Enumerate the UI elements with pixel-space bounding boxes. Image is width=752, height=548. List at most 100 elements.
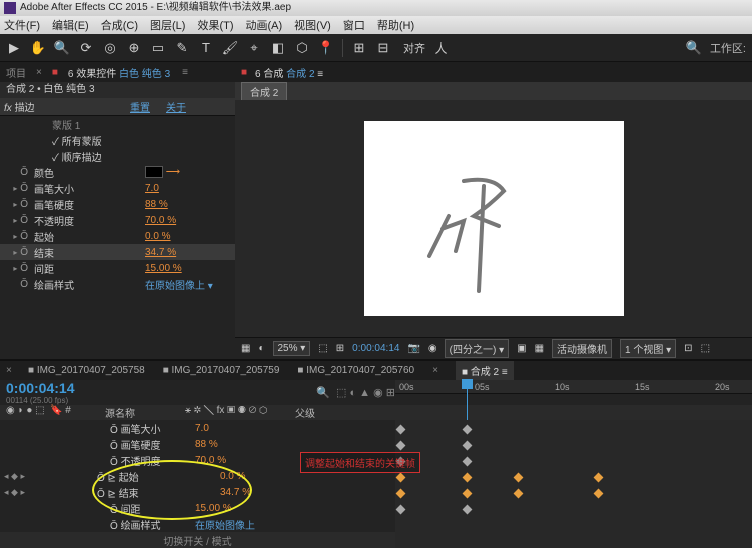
prop-spacing: 间距 xyxy=(32,261,145,276)
time-display[interactable]: 0:00:04:14 xyxy=(352,343,399,354)
prop-end: 结束 xyxy=(32,245,145,260)
all-masks-check[interactable]: ✓ 所有蒙版 xyxy=(32,133,235,148)
effect-properties: 蒙版 1 ✓ 所有蒙版 ✓ 顺序描边 Ŏ颜色 ⟶ ▸ Ŏ画笔大小7.0 ▸ Ŏ画… xyxy=(0,116,235,292)
workspace-label[interactable]: 工作区: xyxy=(710,40,746,56)
frame-count: 00114 (25.00 fps) xyxy=(6,396,75,405)
region-icon[interactable]: ▣ xyxy=(517,343,526,354)
snap3-icon[interactable]: 人 xyxy=(433,40,449,56)
timeline-header: 0:00:04:14 00114 (25.00 fps) 🔍 ⬚ ◐ ▲ ◉ ⊞… xyxy=(0,380,752,405)
separator xyxy=(342,39,343,57)
composition-viewer: ■ 6 合成 合成 2 ≡ 合成 2 ▦ ◐ 25% ▾ ⬚ ⊞ 0:00:04… xyxy=(235,62,752,359)
time-ruler[interactable]: 00s 05s 10s 15s 20s xyxy=(395,380,752,394)
menu-window[interactable]: 窗口 xyxy=(343,17,365,33)
tl-opacity: Ŏ 不透明度 xyxy=(0,453,195,468)
effect-controls-tab[interactable]: 6 效果控件 白色 纯色 3 xyxy=(68,65,170,80)
brush-tool-icon[interactable]: 🖌 xyxy=(222,40,238,56)
snap-icon[interactable]: ⊞ xyxy=(351,40,367,56)
spacing-value[interactable]: 15.00 % xyxy=(145,263,235,274)
tl-spacing-val[interactable]: 15.00 % xyxy=(195,503,275,514)
title-bar: Adobe After Effects CC 2015 - E:\视频编辑软件\… xyxy=(0,0,752,16)
opacity-value[interactable]: 70.0 % xyxy=(145,215,235,226)
eraser-tool-icon[interactable]: ◧ xyxy=(270,40,286,56)
comp-tab[interactable]: 6 合成 合成 2 ≡ xyxy=(255,65,323,80)
current-time[interactable]: 0:00:04:14 xyxy=(6,380,75,396)
column-header: ◉ ◗ ● ⬚ 🔖 # 源名称 ⚹ ✲ ╲ fx ▣ ◉ ⊘ ⬡ 父级 xyxy=(0,405,752,420)
seq-stroke-check[interactable]: ✓ 顺序描边 xyxy=(32,149,235,164)
viewer-footer: ▦ ◐ 25% ▾ ⬚ ⊞ 0:00:04:14 📷 ◉ (四分之一) ▾ ▣ … xyxy=(235,337,752,359)
rotate-tool-icon[interactable]: ⟳ xyxy=(78,40,94,56)
camera-tool-icon[interactable]: ◎ xyxy=(102,40,118,56)
viewer-canvas[interactable] xyxy=(235,100,752,337)
app-icon xyxy=(4,2,16,14)
camera-dropdown[interactable]: 活动摄像机 xyxy=(552,339,612,358)
res-icon[interactable]: ⬚ xyxy=(318,343,327,354)
project-tab[interactable]: 项目 xyxy=(6,65,26,80)
toggle-icon[interactable]: ◉ xyxy=(428,343,437,354)
menu-animation[interactable]: 动画(A) xyxy=(246,17,283,33)
views-dropdown[interactable]: 1 个视图 ▾ xyxy=(620,339,676,358)
menu-effect[interactable]: 效果(T) xyxy=(197,17,233,33)
prop-brush-size: 画笔大小 xyxy=(32,181,145,196)
timeline-tab-3[interactable]: ■ 合成 2 ≡ xyxy=(456,361,514,380)
tl-paint-style: Ŏ 绘画样式 xyxy=(0,517,195,532)
prop-opacity: 不透明度 xyxy=(32,213,145,228)
zoom-dropdown[interactable]: 25% ▾ xyxy=(273,341,311,356)
grid2-icon[interactable]: ▦ xyxy=(535,343,544,354)
tl-brush-hard-val[interactable]: 88 % xyxy=(195,439,275,450)
rect-tool-icon[interactable]: ▭ xyxy=(150,40,166,56)
timeline-panel: × ■ IMG_20170407_205758 ■ IMG_20170407_2… xyxy=(0,359,752,539)
timeline-tab-0[interactable]: ■ IMG_20170407_205758 xyxy=(28,365,145,376)
tl-opacity-val[interactable]: 70.0 % xyxy=(195,455,275,466)
tl-start-val[interactable]: 0.0 % xyxy=(220,471,300,482)
text-tool-icon[interactable]: T xyxy=(198,40,214,56)
menu-comp[interactable]: 合成(C) xyxy=(101,17,138,33)
close-icon[interactable]: × xyxy=(6,365,12,376)
search-icon[interactable]: 🔍 xyxy=(686,40,702,56)
comp-path: 合成 2 • 白色 纯色 3 xyxy=(0,82,235,98)
grid-icon[interactable]: ▦ xyxy=(241,343,250,354)
brush-hard-value[interactable]: 88 % xyxy=(145,199,235,210)
timeline-tracks[interactable] xyxy=(395,420,752,548)
zoom-tool-icon[interactable]: 🔍 xyxy=(54,40,70,56)
tab-menu-icon[interactable]: ≡ xyxy=(182,67,188,78)
pin-tool-icon[interactable]: 📍 xyxy=(318,40,334,56)
brush-size-value[interactable]: 7.0 xyxy=(145,183,235,194)
timeline-tab-2[interactable]: ■ IMG_20170407_205760 xyxy=(297,365,414,376)
reset-link[interactable]: 重置 xyxy=(130,99,150,114)
anchor-tool-icon[interactable]: ⊕ xyxy=(126,40,142,56)
tl-brush-size-val[interactable]: 7.0 xyxy=(195,423,275,434)
roto-tool-icon[interactable]: ⬡ xyxy=(294,40,310,56)
about-link[interactable]: 关于 xyxy=(166,99,186,114)
selection-tool-icon[interactable]: ▶ xyxy=(6,40,22,56)
start-value[interactable]: 0.0 % xyxy=(145,231,235,242)
comp-chip[interactable]: 合成 2 xyxy=(241,82,287,101)
timeline-tab-1[interactable]: ■ IMG_20170407_205759 xyxy=(163,365,280,376)
effect-header: fx 描边 重置 关于 xyxy=(0,98,235,116)
end-value[interactable]: 34.7 % xyxy=(145,247,235,258)
tl-paint-style-val[interactable]: 在原始图像上 xyxy=(195,517,275,532)
hand-tool-icon[interactable]: ✋ xyxy=(30,40,46,56)
menu-file[interactable]: 文件(F) xyxy=(4,17,40,33)
view2-icon[interactable]: ⬚ xyxy=(701,343,710,354)
prop-paint-style: 绘画样式 xyxy=(32,277,145,292)
pen-tool-icon[interactable]: ✎ xyxy=(174,40,190,56)
menu-help[interactable]: 帮助(H) xyxy=(377,17,414,33)
mask-dropdown[interactable]: 蒙版 1 xyxy=(32,117,235,132)
effect-controls-panel: 项目 × ■ 6 效果控件 白色 纯色 3 ≡ 合成 2 • 白色 纯色 3 f… xyxy=(0,62,235,359)
paint-style-dropdown[interactable]: 在原始图像上 ▾ xyxy=(145,277,235,292)
snapshot-icon[interactable]: 📷 xyxy=(407,343,419,354)
mask-icon[interactable]: ◐ xyxy=(258,343,264,354)
toggle-switches[interactable]: 切换开关 / 模式 xyxy=(163,533,231,548)
menu-layer[interactable]: 图层(L) xyxy=(150,17,185,33)
channel-icon[interactable]: ⊞ xyxy=(336,343,344,354)
snap2-icon[interactable]: ⊟ xyxy=(375,40,391,56)
view-icon[interactable]: ⊡ xyxy=(684,343,692,354)
tl-end-val[interactable]: 34.7 % xyxy=(220,487,300,498)
resolution-dropdown[interactable]: (四分之一) ▾ xyxy=(445,339,509,358)
menu-view[interactable]: 视图(V) xyxy=(294,17,331,33)
menu-edit[interactable]: 编辑(E) xyxy=(52,17,89,33)
color-swatch[interactable] xyxy=(145,166,163,178)
prop-color: 颜色 xyxy=(32,165,145,180)
tool-bar: ▶ ✋ 🔍 ⟳ ◎ ⊕ ▭ ✎ T 🖌 ⌖ ◧ ⬡ 📍 ⊞ ⊟ 对齐 人 🔍 工… xyxy=(0,34,752,62)
stamp-tool-icon[interactable]: ⌖ xyxy=(246,40,262,56)
